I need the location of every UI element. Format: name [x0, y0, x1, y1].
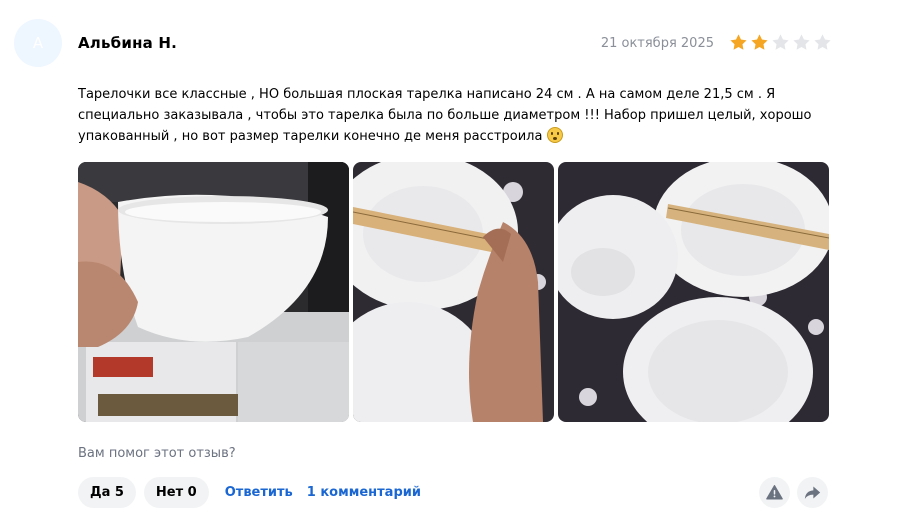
share-button[interactable] [797, 477, 828, 508]
author-name[interactable]: Альбина Н. [78, 34, 177, 52]
review-photo-plates[interactable] [558, 162, 829, 422]
disappointed-face-emoji [546, 127, 563, 143]
comments-link[interactable]: 1 комментарий [307, 485, 421, 500]
avatar: А [14, 19, 62, 67]
warning-icon [766, 485, 783, 500]
star-icon [730, 34, 747, 50]
avatar-letter: А [32, 34, 44, 52]
vote-no-button[interactable]: Нет 0 [143, 477, 209, 508]
review-photo-bowl-in-hand[interactable] [78, 162, 349, 422]
star-rating [729, 33, 832, 52]
review-date: 21 октября 2025 [600, 36, 714, 51]
review-actions: Да 5 Нет 0 Ответить 1 комментарий [78, 477, 435, 508]
report-button[interactable] [759, 477, 790, 508]
reply-link[interactable]: Ответить [225, 485, 293, 500]
share-arrow-icon [804, 486, 821, 499]
review-text: Тарелочки все классные , НО большая плос… [78, 84, 818, 147]
review-photo-ruler-measure[interactable] [353, 162, 554, 422]
star-icon [751, 34, 768, 50]
star-icon [814, 34, 831, 50]
vote-yes-button[interactable]: Да 5 [78, 477, 136, 508]
review-body: Тарелочки все классные , НО большая плос… [78, 87, 812, 144]
star-icon [793, 34, 810, 50]
helpful-question: Вам помог этот отзыв? [78, 446, 236, 461]
star-icon [772, 34, 789, 50]
